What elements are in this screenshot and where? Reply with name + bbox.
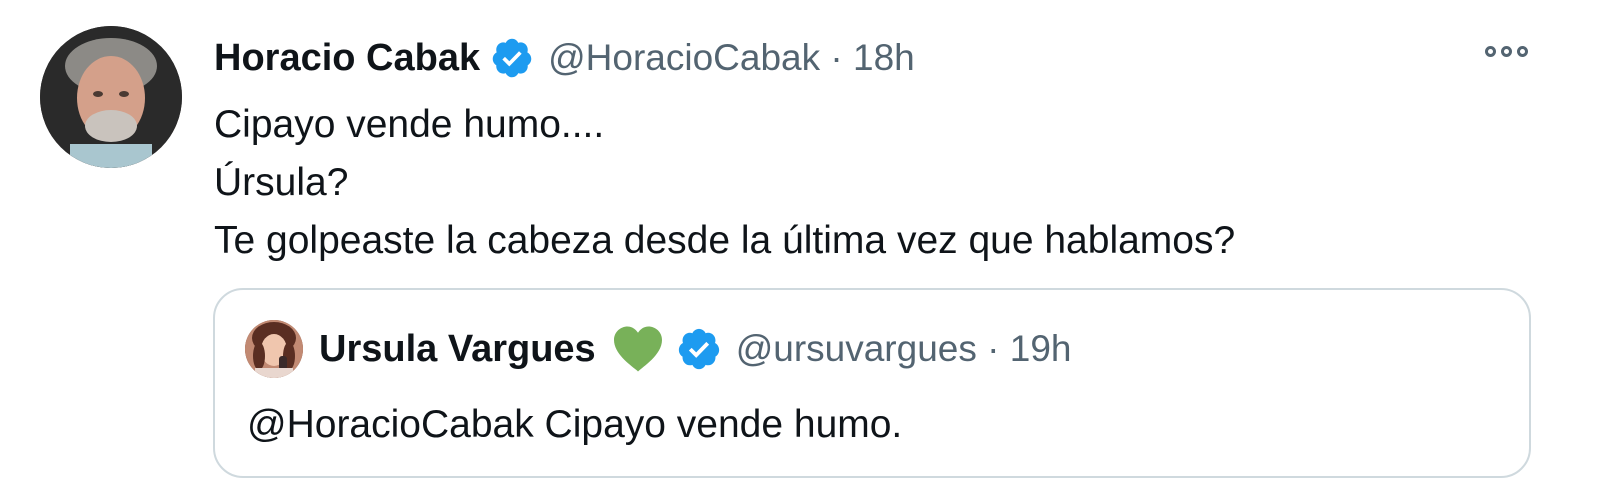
separator-dot: · xyxy=(830,37,843,78)
quoted-tweet-text: @HoracioCabak Cipayo vende humo. xyxy=(247,403,903,446)
quoted-tweet-header: Ursula Vargues @ursuvargues · 19h xyxy=(319,323,1071,375)
tweet-text-line: Úrsula? xyxy=(214,161,349,204)
tweet-text: Cipayo vende humo.... Úrsula? Te golpeas… xyxy=(214,96,1235,270)
tweet-header: Horacio Cabak @HoracioCabak · 18h xyxy=(214,30,915,86)
green-heart-icon xyxy=(613,326,662,372)
separator-dot: · xyxy=(987,328,1000,369)
avatar-photo-icon xyxy=(245,320,303,378)
quoted-author-avatar[interactable] xyxy=(245,320,303,378)
quoted-tweet-card[interactable]: Ursula Vargues @ursuvargues · 19h @Horac… xyxy=(213,288,1531,478)
quoted-author-handle-time: @ursuvargues · 19h xyxy=(736,328,1072,370)
tweet-timestamp[interactable]: 18h xyxy=(853,37,915,78)
verified-badge-icon xyxy=(678,328,719,370)
author-avatar[interactable] xyxy=(40,26,182,168)
author-display-name[interactable]: Horacio Cabak xyxy=(214,37,480,80)
avatar-photo-icon xyxy=(40,26,182,168)
verified-badge-icon xyxy=(490,36,534,80)
more-options-icon[interactable] xyxy=(1478,36,1534,66)
tweet-text-line: Cipayo vende humo.... xyxy=(214,103,605,146)
quoted-author-handle[interactable]: @ursuvargues xyxy=(736,328,977,369)
author-handle-time: @HoracioCabak · 18h xyxy=(548,37,915,79)
quoted-tweet-timestamp[interactable]: 19h xyxy=(1010,328,1072,369)
tweet: Horacio Cabak @HoracioCabak · 18h Cipayo… xyxy=(0,0,1600,498)
tweet-text-line: Te golpeaste la cabeza desde la última v… xyxy=(214,219,1236,262)
quoted-author-display-name[interactable]: Ursula Vargues xyxy=(319,328,596,371)
author-handle[interactable]: @HoracioCabak xyxy=(548,37,820,78)
